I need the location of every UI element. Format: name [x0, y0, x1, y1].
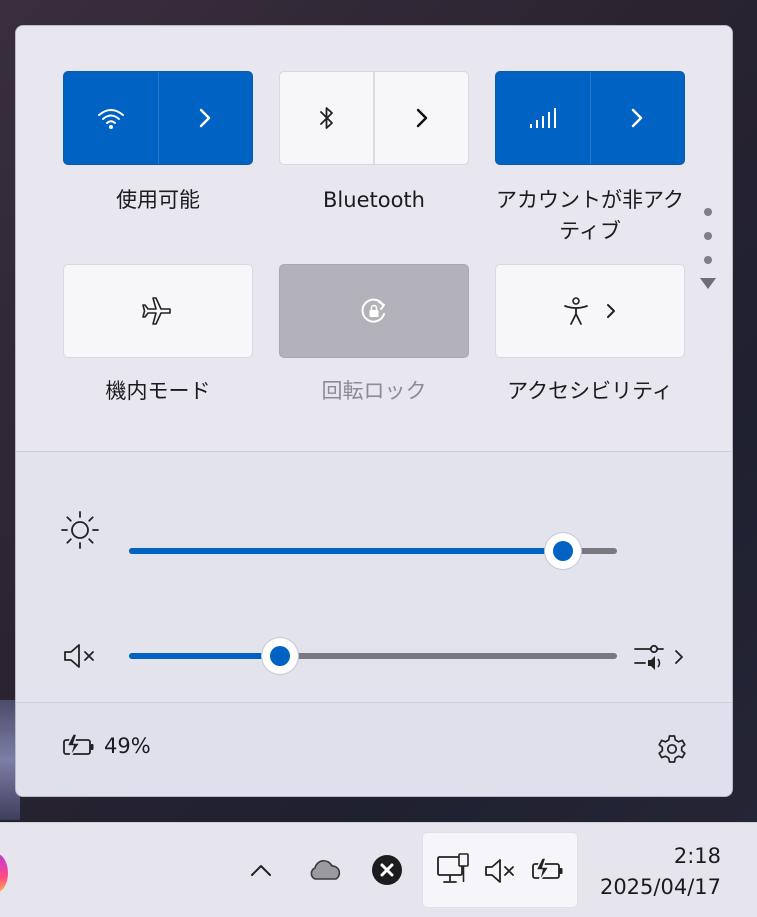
airplane-mode-tile[interactable] — [63, 264, 253, 358]
cellular-expand-button[interactable] — [591, 72, 685, 164]
status-app-button[interactable] — [368, 851, 406, 889]
rotation-lock-tile[interactable] — [279, 264, 469, 358]
chevron-right-icon — [632, 108, 643, 128]
chevron-up-icon — [251, 865, 271, 876]
clock-button[interactable]: 2:18 2025/04/17 — [600, 841, 721, 903]
page-indicator[interactable] — [700, 208, 716, 289]
bluetooth-tile[interactable] — [279, 71, 469, 165]
accessibility-tile[interactable] — [495, 264, 685, 358]
cellular-signal-icon — [529, 108, 556, 128]
pinned-app-icon[interactable] — [0, 853, 8, 893]
volume-fill — [129, 653, 280, 659]
chevron-right-icon — [675, 650, 683, 664]
speaker-muted-icon — [64, 644, 94, 668]
volume-thumb[interactable] — [262, 638, 298, 674]
settings-button[interactable] — [654, 731, 690, 767]
chevron-right-icon — [607, 304, 615, 318]
battery-status-button[interactable]: 49% — [62, 733, 151, 759]
battery-percent: 49% — [104, 734, 151, 758]
bluetooth-expand-button[interactable] — [375, 72, 468, 164]
chevron-right-icon — [416, 108, 427, 128]
wifi-label: 使用可能 — [116, 188, 200, 212]
cellular-label-line1: アカウントが非アク — [496, 188, 684, 212]
bluetooth-toggle-button[interactable] — [280, 72, 373, 164]
network-wired-icon — [437, 853, 469, 883]
accessibility-label: アクセシビリティ — [507, 379, 673, 403]
rotation-lock-icon — [361, 298, 385, 323]
brightness-sun-icon — [61, 511, 99, 549]
rotation-lock-label: 回転ロック — [321, 379, 427, 403]
brightness-fill — [129, 548, 563, 554]
page-dot[interactable] — [704, 232, 712, 240]
gear-icon — [658, 735, 686, 763]
wifi-tile[interactable] — [63, 71, 253, 165]
cellular-label-line2: ティブ — [559, 219, 621, 243]
page-dot[interactable] — [704, 208, 712, 216]
audio-output-button[interactable] — [632, 640, 692, 674]
onedrive-button[interactable] — [304, 853, 346, 887]
page-dot[interactable] — [704, 256, 712, 264]
audio-mixer-icon — [634, 644, 664, 670]
scroll-down-arrow-icon[interactable] — [700, 278, 716, 289]
speaker-muted-icon — [485, 859, 514, 883]
battery-charging-icon — [532, 857, 563, 883]
onedrive-cloud-icon — [310, 860, 341, 880]
volume-slider[interactable] — [129, 638, 617, 674]
airplane-icon — [142, 297, 171, 325]
wifi-toggle-button[interactable] — [64, 72, 158, 164]
brightness-thumb[interactable] — [545, 533, 581, 569]
close-circle-icon — [372, 855, 402, 885]
clock-date: 2025/04/17 — [599, 875, 721, 899]
wifi-expand-button[interactable] — [159, 72, 253, 164]
sliders-area — [16, 452, 732, 702]
taskbar: 2:18 2025/04/17 — [0, 822, 757, 917]
chevron-right-icon — [200, 108, 211, 128]
wifi-icon — [97, 109, 124, 129]
airplane-mode-label: 機内モード — [105, 379, 211, 403]
clock-time: 2:18 — [673, 844, 721, 868]
brightness-slider[interactable] — [129, 533, 617, 569]
battery-charging-icon — [63, 733, 94, 758]
cellular-tile[interactable] — [495, 71, 685, 165]
show-hidden-icons-button[interactable] — [244, 853, 278, 887]
system-tray-quick-settings-button[interactable] — [422, 832, 578, 908]
accessibility-icon — [564, 297, 588, 325]
bluetooth-label: Bluetooth — [323, 188, 425, 212]
cellular-toggle-button[interactable] — [496, 72, 590, 164]
quick-actions-area: 使用可能 Bluetooth アカウントが非アク ティブ 機内モード 回転ロック… — [16, 26, 732, 451]
quick-settings-panel: 使用可能 Bluetooth アカウントが非アク ティブ 機内モード 回転ロック… — [15, 25, 733, 797]
status-footer: 49% — [16, 703, 732, 796]
bluetooth-icon — [319, 107, 333, 129]
